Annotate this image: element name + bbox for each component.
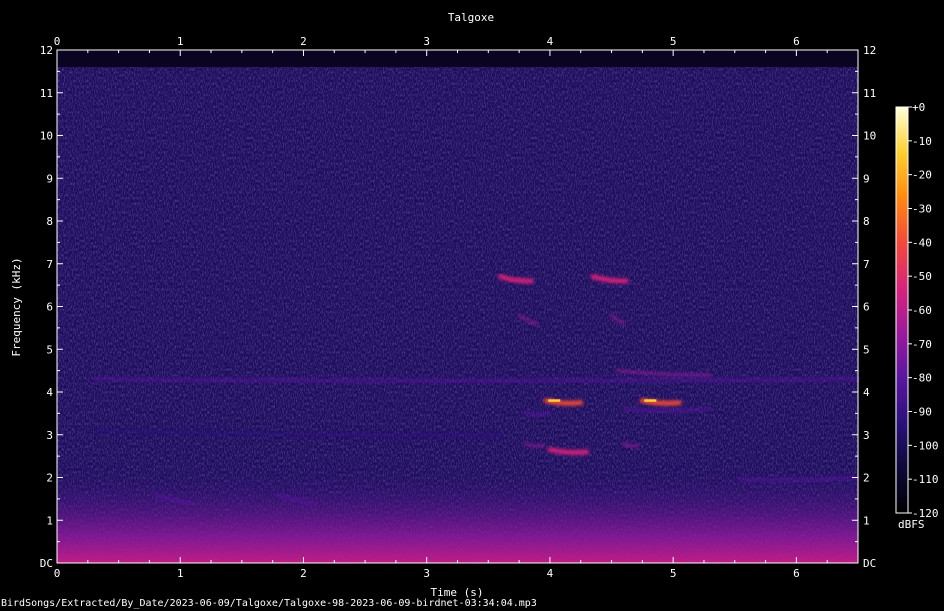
y-left-tick-label-9: 9 bbox=[46, 172, 53, 185]
y-left-tick-label-1: 1 bbox=[46, 514, 53, 527]
y-right-tick-label-8: 8 bbox=[863, 215, 870, 228]
y-left-tick-label-2: 2 bbox=[46, 472, 53, 485]
colorbar-tick-label-3: -30 bbox=[912, 203, 932, 216]
colorbar-label: dBFS bbox=[898, 518, 925, 531]
colorbar-tick-label-2: -20 bbox=[912, 169, 932, 182]
x-top-tick-label-0: 0 bbox=[54, 35, 61, 48]
colorbar-tick-label-4: -40 bbox=[912, 236, 932, 249]
y-left-tick-label-8: 8 bbox=[46, 215, 53, 228]
y-right-tick-label-1: 1 bbox=[863, 514, 870, 527]
x-top-tick-label-2: 2 bbox=[300, 35, 307, 48]
colorbar-tick-label-11: -110 bbox=[912, 473, 939, 486]
colorbar-tick-label-9: -90 bbox=[912, 406, 932, 419]
chart-title: Talgoxe bbox=[448, 11, 494, 24]
x-top-tick-label-3: 3 bbox=[423, 35, 430, 48]
x-bottom-tick-label-1: 1 bbox=[177, 567, 184, 580]
y-left-tick-label-5: 5 bbox=[46, 343, 53, 356]
call-trace-6 bbox=[622, 407, 712, 413]
low-frequency-energy-band bbox=[57, 468, 858, 563]
y-right-tick-label-0: DC bbox=[863, 557, 876, 570]
y-axis-label: Frequency (kHz) bbox=[10, 257, 23, 356]
spectrogram-chart: Talgoxe 0123456 0123456 DC12345678910111… bbox=[10, 11, 939, 599]
call-trace-5 bbox=[523, 411, 552, 417]
x-bottom-tick-label-5: 5 bbox=[670, 567, 677, 580]
colorbar-tick-label-0: +0 bbox=[912, 101, 925, 114]
x-top-tick-label-6: 6 bbox=[793, 35, 800, 48]
y-right-tick-label-11: 11 bbox=[863, 87, 876, 100]
x-bottom-tick-label-4: 4 bbox=[547, 567, 554, 580]
y-right-tick-label-2: 2 bbox=[863, 472, 870, 485]
y-left-tick-label-4: 4 bbox=[46, 386, 53, 399]
y-left-tick-label-6: 6 bbox=[46, 301, 53, 314]
plot-area bbox=[56, 49, 860, 564]
y-left-tick-label-12: 12 bbox=[40, 44, 53, 57]
y-right-tick-label-3: 3 bbox=[863, 429, 870, 442]
colorbar-tick-label-10: -100 bbox=[912, 439, 939, 452]
colorbar-ticks: +0-10-20-30-40-50-60-70-80-90-100-110-12… bbox=[908, 101, 939, 520]
y-right-tick-label-10: 10 bbox=[863, 130, 876, 143]
y-right-tick-label-7: 7 bbox=[863, 258, 870, 271]
source-file-path: BirdSongs/Extracted/By_Date/2023-06-09/T… bbox=[1, 598, 537, 609]
x-bottom-tick-label-3: 3 bbox=[423, 567, 430, 580]
call-trace-16 bbox=[92, 377, 860, 383]
y-right-tick-label-12: 12 bbox=[863, 44, 876, 57]
colorbar-tick-label-5: -50 bbox=[912, 270, 932, 283]
y-left-tick-label-10: 10 bbox=[40, 130, 53, 143]
colorbar-gradient bbox=[895, 106, 909, 514]
colorbar-tick-label-8: -80 bbox=[912, 372, 932, 385]
y-right-tick-label-5: 5 bbox=[863, 343, 870, 356]
call-trace-8 bbox=[547, 447, 590, 455]
y-right-tick-label-6: 6 bbox=[863, 301, 870, 314]
y-right-tick-label-4: 4 bbox=[863, 386, 870, 399]
x-top-tick-label-1: 1 bbox=[177, 35, 184, 48]
y-left-tick-label-7: 7 bbox=[46, 258, 53, 271]
colorbar-tick-label-1: -10 bbox=[912, 135, 932, 148]
colorbar: +0-10-20-30-40-50-60-70-80-90-100-110-12… bbox=[895, 101, 939, 531]
y-left-tick-label-3: 3 bbox=[46, 429, 53, 442]
x-bottom-tick-label-2: 2 bbox=[300, 567, 307, 580]
colorbar-tick-label-7: -70 bbox=[912, 338, 932, 351]
colorbar-tick-label-6: -60 bbox=[912, 304, 932, 317]
x-bottom-tick-label-6: 6 bbox=[793, 567, 800, 580]
y-right-tick-label-9: 9 bbox=[863, 172, 870, 185]
x-top-tick-label-4: 4 bbox=[547, 35, 554, 48]
y-left-tick-label-0: DC bbox=[40, 557, 53, 570]
y-left-tick-label-11: 11 bbox=[40, 87, 53, 100]
x-bottom-tick-label-0: 0 bbox=[54, 567, 61, 580]
x-top-tick-label-5: 5 bbox=[670, 35, 677, 48]
